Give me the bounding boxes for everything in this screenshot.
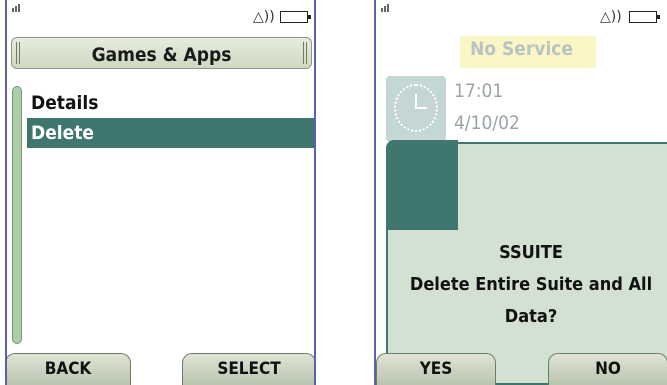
menu-list: Details Delete <box>27 88 314 148</box>
dialog-message-line2: Data? <box>504 306 558 327</box>
battery-icon <box>629 11 660 23</box>
alert-icon: △)) <box>253 9 275 25</box>
title-grip-right <box>303 42 307 64</box>
menu-item-details[interactable]: Details <box>27 88 314 118</box>
yes-softkey[interactable]: YES <box>376 353 496 385</box>
clock-hand-hour <box>415 94 417 108</box>
screen-title: Games & Apps <box>91 44 232 66</box>
status-bar: △)) <box>7 0 314 30</box>
battery-icon <box>280 11 311 23</box>
signal-icon <box>381 4 389 12</box>
menu-item-delete[interactable]: Delete <box>27 118 314 148</box>
select-softkey[interactable]: SELECT <box>182 353 314 385</box>
phone-screen-right: △)) No Service 17:01 4/10/02 SSUITE Dele… <box>374 0 667 385</box>
clock-hand-minute <box>415 107 427 109</box>
status-bar: △)) <box>376 0 667 30</box>
clock-icon <box>386 76 446 142</box>
clock-date: 4/10/02 <box>454 112 520 134</box>
dialog-message-line1: Delete Entire Suite and All <box>409 274 653 295</box>
dialog-title: SSUITE <box>499 242 563 263</box>
no-softkey[interactable]: NO <box>548 353 667 385</box>
phone-screen-left: △)) Games & Apps Details Delete BACK SEL… <box>5 0 316 385</box>
dialog-tab <box>386 140 458 230</box>
alert-icon: △)) <box>600 9 622 25</box>
network-status: No Service <box>469 38 574 60</box>
title-bar: Games & Apps <box>11 37 312 69</box>
signal-icon <box>12 4 20 12</box>
back-softkey[interactable]: BACK <box>7 353 131 385</box>
scrollbar[interactable] <box>12 86 22 344</box>
clock-time: 17:01 <box>454 80 504 102</box>
